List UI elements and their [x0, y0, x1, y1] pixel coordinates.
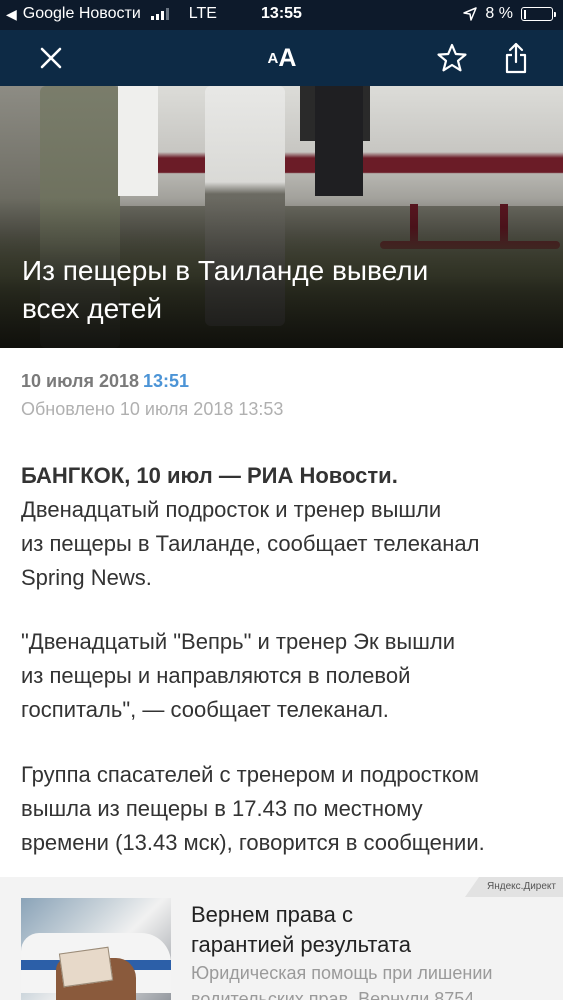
paragraph-line: Spring News.: [21, 565, 152, 590]
close-button[interactable]: [31, 38, 71, 78]
article-paragraph: "Двенадцатый "Вепрь" и тренер Эк вышли и…: [21, 625, 551, 727]
article-paragraph: БАНГКОК, 10 июл — РИА Новости. Двенадцат…: [21, 459, 551, 595]
font-small-glyph: A: [267, 49, 279, 67]
status-bar: ◀ Google Новости LTE 13:55 8 %: [0, 0, 563, 30]
favorite-button[interactable]: [432, 38, 472, 78]
ad-title-line: гарантией результата: [191, 932, 411, 957]
publish-date: 10 июля 2018: [21, 371, 139, 391]
battery-fill: [523, 9, 526, 19]
article-paragraph: Группа спасателей с тренером и подростко…: [21, 758, 551, 860]
paragraph-line: госпиталь", — сообщает телеканал.: [21, 697, 389, 722]
ad-desc-line: Юридическая помощь при лишении: [191, 963, 493, 983]
paragraph-line: из пещеры в Таиланде, сообщает телеканал: [21, 531, 480, 556]
title-line: Из пещеры в Таиланде вывели: [22, 255, 429, 286]
star-icon: [437, 43, 467, 72]
paragraph-line: Двенадцатый подросток и тренер вышли: [21, 497, 442, 522]
paragraph-line: из пещеры и направляются в полевой: [21, 663, 411, 688]
publish-time: 13:51: [143, 371, 190, 391]
title-line: всех детей: [22, 293, 162, 324]
battery-percent: 8 %: [485, 5, 513, 22]
font-size-button[interactable]: A A: [262, 38, 302, 78]
dateline: БАНГКОК, 10 июл — РИА Новости.: [21, 463, 398, 488]
ad-image[interactable]: [21, 898, 171, 1000]
font-large-glyph: A: [278, 43, 297, 72]
article-toolbar: A A: [0, 30, 563, 86]
paragraph-line: вышла из пещеры в 17.43 по местному: [21, 796, 423, 821]
share-button[interactable]: [496, 38, 536, 78]
updated-date: Обновлено 10 июля 2018 13:53: [21, 399, 284, 419]
status-right: 8 %: [463, 5, 556, 23]
ad-desc-line: водительских прав. Вернули 8754: [191, 989, 475, 1000]
share-icon: [505, 42, 527, 74]
location-arrow-icon: [463, 7, 478, 21]
ad-source-label: Яндекс.Директ: [465, 877, 563, 897]
ad-description: Юридическая помощь при лишении водительс…: [191, 960, 551, 1000]
ad-title-line: Вернем права с: [191, 902, 353, 927]
paragraph-line: Группа спасателей с тренером и подростко…: [21, 762, 479, 787]
person-figure: [118, 86, 158, 196]
person-figure: [315, 86, 363, 196]
paragraph-line: "Двенадцатый "Вепрь" и тренер Эк вышли: [21, 629, 456, 654]
battery-icon: [521, 7, 556, 21]
license-card: [58, 946, 114, 988]
close-icon: [40, 47, 62, 69]
ad-title[interactable]: Вернем права с гарантией результата: [191, 900, 541, 960]
publish-meta: 10 июля 2018 13:51: [21, 371, 189, 392]
paragraph-line: времени (13.43 мск), говорится в сообщен…: [21, 830, 485, 855]
article-title: Из пещеры в Таиланде вывели всех детей: [22, 252, 542, 328]
hero-image: Из пещеры в Таиланде вывели всех детей: [0, 86, 563, 348]
